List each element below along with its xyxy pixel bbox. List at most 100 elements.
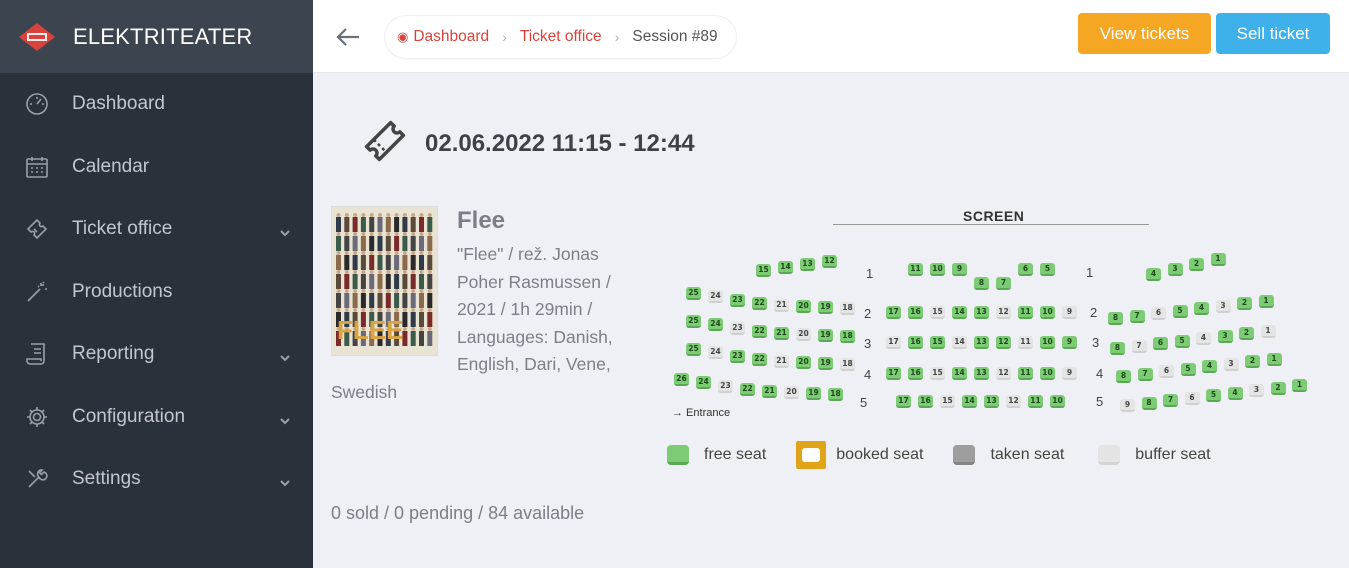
seat-right-row4-8[interactable]: 8: [1116, 370, 1131, 383]
seat-right-row2-1[interactable]: 1: [1258, 294, 1274, 308]
view-tickets-button[interactable]: View tickets: [1078, 13, 1211, 54]
seat-right-row4-4[interactable]: 4: [1202, 360, 1217, 373]
seat-right-row1-3[interactable]: 3: [1167, 263, 1183, 276]
seat-right-row4-7[interactable]: 7: [1137, 367, 1153, 381]
sidebar-item-settings[interactable]: Settings: [0, 448, 313, 511]
seat-center-row4-13[interactable]: 13: [974, 367, 989, 380]
seat-right-row2-8[interactable]: 8: [1108, 312, 1123, 325]
seat-left-row2-23[interactable]: 23: [730, 293, 745, 307]
seat-left-row3-18[interactable]: 18: [840, 330, 855, 344]
seat-center-row3-12[interactable]: 12: [996, 336, 1011, 349]
seat-right-row2-5[interactable]: 5: [1172, 304, 1188, 318]
seat-right-row5-2[interactable]: 2: [1270, 381, 1286, 395]
seat-left-row3-24[interactable]: 24: [708, 318, 723, 332]
seat-right-row3-7[interactable]: 7: [1131, 339, 1147, 353]
seat-left-row3-22[interactable]: 22: [752, 325, 767, 338]
back-button[interactable]: [333, 22, 363, 52]
seat-left-row1-14[interactable]: 14: [778, 261, 793, 274]
seat-right-row5-3[interactable]: 3: [1249, 384, 1264, 397]
seat-right-row2-6[interactable]: 6: [1151, 307, 1166, 320]
seat-center-row2-9[interactable]: 9: [1062, 306, 1077, 319]
seat-right-row5-7[interactable]: 7: [1163, 394, 1178, 407]
seat-left-row5-26[interactable]: 26: [674, 372, 689, 386]
seat-left-row5-21[interactable]: 21: [762, 385, 777, 399]
seat-center-row4-15[interactable]: 15: [930, 367, 945, 380]
sidebar-item-reporting[interactable]: Reporting: [0, 323, 313, 386]
seat-left-row2-22[interactable]: 22: [752, 297, 767, 310]
seat-center-row5-15[interactable]: 15: [940, 395, 955, 408]
seat-center-row1-6[interactable]: 6: [1018, 263, 1033, 276]
seat-center-row2-12[interactable]: 12: [996, 306, 1011, 319]
seat-right-row1-1[interactable]: 1: [1210, 253, 1226, 266]
seat-left-row4-20[interactable]: 20: [796, 356, 811, 370]
seat-center-row5-11[interactable]: 11: [1028, 395, 1043, 408]
seat-center-row5-12[interactable]: 12: [1006, 395, 1021, 408]
seat-center-row4-9[interactable]: 9: [1062, 367, 1077, 380]
brand[interactable]: ELEKTRITEATER: [0, 0, 313, 73]
seat-left-row2-19[interactable]: 19: [818, 301, 833, 315]
seat-right-row5-9[interactable]: 9: [1120, 399, 1135, 412]
seat-left-row4-24[interactable]: 24: [708, 346, 723, 360]
seat-center-row3-10[interactable]: 10: [1040, 336, 1055, 349]
seat-center-row5-16[interactable]: 16: [918, 395, 933, 408]
seat-left-row5-20[interactable]: 20: [784, 386, 799, 400]
seat-right-row3-6[interactable]: 6: [1153, 337, 1168, 350]
seat-left-row3-25[interactable]: 25: [686, 314, 701, 328]
seat-right-row3-2[interactable]: 2: [1239, 327, 1254, 340]
seat-center-row4-16[interactable]: 16: [908, 367, 923, 380]
breadcrumb-item-dashboard[interactable]: ◉ Dashboard: [397, 28, 489, 46]
seat-left-row5-22[interactable]: 22: [740, 383, 755, 396]
seat-center-row2-10[interactable]: 10: [1040, 306, 1055, 319]
seat-center-row1-7[interactable]: 7: [996, 277, 1011, 290]
seat-right-row1-4[interactable]: 4: [1146, 268, 1161, 281]
seat-left-row2-21[interactable]: 21: [774, 299, 789, 313]
seat-right-row5-8[interactable]: 8: [1141, 396, 1157, 410]
sidebar-item-dashboard[interactable]: Dashboard: [0, 73, 313, 136]
seat-center-row2-17[interactable]: 17: [886, 306, 901, 319]
seat-left-row4-18[interactable]: 18: [840, 358, 855, 372]
seat-center-row5-13[interactable]: 13: [984, 395, 999, 408]
seat-right-row3-1[interactable]: 1: [1260, 324, 1276, 338]
seat-center-row1-9[interactable]: 9: [952, 263, 967, 276]
seat-left-row4-22[interactable]: 22: [752, 353, 767, 366]
seat-right-row3-4[interactable]: 4: [1196, 332, 1211, 345]
seat-left-row4-19[interactable]: 19: [818, 357, 833, 371]
seat-left-row3-19[interactable]: 19: [818, 329, 833, 343]
seat-left-row4-25[interactable]: 25: [686, 342, 701, 356]
seat-center-row2-16[interactable]: 16: [908, 306, 923, 319]
seat-right-row2-4[interactable]: 4: [1194, 302, 1209, 315]
seat-right-row5-6[interactable]: 6: [1184, 391, 1200, 405]
seat-right-row2-2[interactable]: 2: [1237, 297, 1252, 310]
sidebar-item-productions[interactable]: Productions: [0, 261, 313, 324]
seat-center-row3-15[interactable]: 15: [930, 336, 945, 349]
seat-right-row3-3[interactable]: 3: [1217, 329, 1233, 343]
seat-center-row4-17[interactable]: 17: [886, 367, 901, 380]
seat-right-row1-2[interactable]: 2: [1189, 258, 1204, 271]
seat-left-row2-24[interactable]: 24: [708, 290, 723, 304]
seat-right-row5-4[interactable]: 4: [1227, 386, 1243, 400]
seat-center-row2-15[interactable]: 15: [930, 306, 945, 319]
breadcrumb-item-ticket-office[interactable]: Ticket office: [520, 28, 602, 46]
seat-center-row1-8[interactable]: 8: [974, 277, 989, 290]
seat-center-row4-10[interactable]: 10: [1040, 367, 1055, 380]
seat-left-row5-18[interactable]: 18: [828, 388, 843, 402]
seat-center-row5-10[interactable]: 10: [1050, 395, 1065, 408]
seat-right-row4-3[interactable]: 3: [1223, 357, 1239, 371]
seat-left-row1-15[interactable]: 15: [756, 264, 771, 277]
seat-left-row1-12[interactable]: 12: [822, 255, 837, 268]
seat-left-row4-23[interactable]: 23: [730, 349, 745, 363]
seat-center-row5-14[interactable]: 14: [962, 395, 977, 408]
seat-left-row3-20[interactable]: 20: [796, 328, 811, 342]
seat-right-row2-3[interactable]: 3: [1215, 299, 1231, 313]
sidebar-item-ticket-office[interactable]: Ticket office: [0, 198, 313, 261]
seat-center-row2-14[interactable]: 14: [952, 306, 967, 319]
seat-center-row1-5[interactable]: 5: [1040, 263, 1055, 276]
seat-center-row4-11[interactable]: 11: [1018, 367, 1033, 380]
seat-center-row4-12[interactable]: 12: [996, 367, 1011, 380]
seat-center-row2-13[interactable]: 13: [974, 306, 989, 319]
seat-left-row2-20[interactable]: 20: [796, 300, 811, 314]
seat-right-row5-5[interactable]: 5: [1206, 389, 1221, 402]
seat-right-row3-5[interactable]: 5: [1174, 334, 1190, 348]
seat-left-row3-21[interactable]: 21: [774, 327, 789, 341]
seat-center-row1-11[interactable]: 11: [908, 263, 923, 276]
